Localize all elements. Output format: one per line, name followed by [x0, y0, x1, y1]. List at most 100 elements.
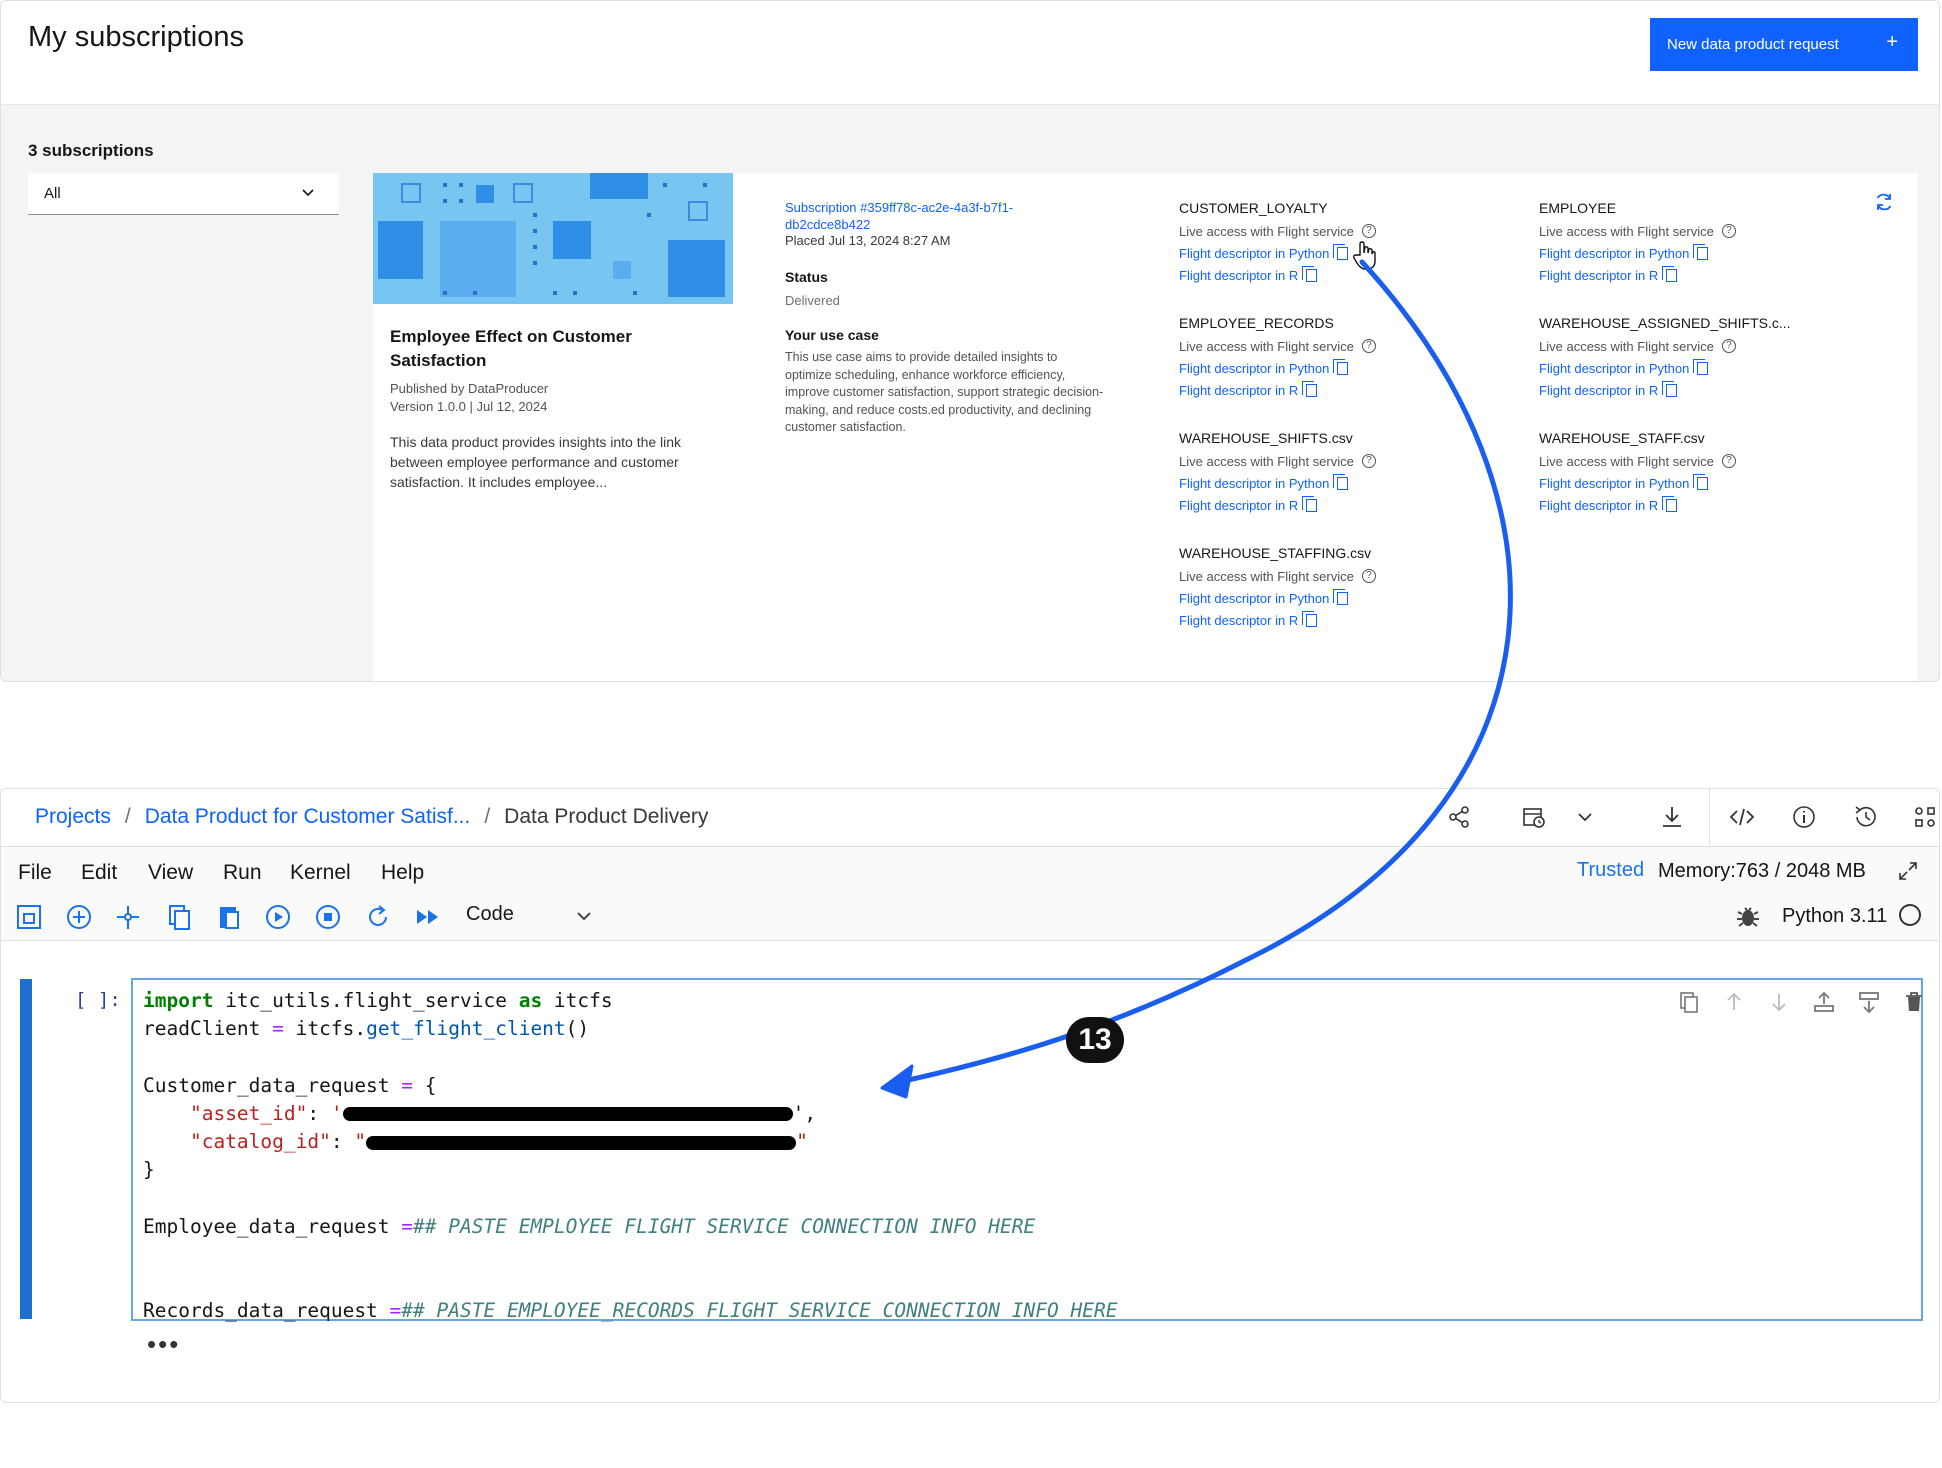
fast-forward-icon[interactable]: [414, 903, 442, 931]
menu-help[interactable]: Help: [381, 861, 424, 885]
download-icon[interactable]: [1658, 803, 1686, 831]
menu-kernel[interactable]: Kernel: [290, 861, 351, 885]
asset-live-label: Live access with Flight service: [1179, 453, 1354, 469]
move-up-icon[interactable]: [1722, 990, 1746, 1014]
menu-edit[interactable]: Edit: [81, 861, 117, 885]
help-icon[interactable]: ?: [1361, 224, 1376, 238]
status-value: Delivered: [785, 293, 840, 308]
flight-descriptor-python-link[interactable]: Flight descriptor in Python: [1539, 242, 1879, 264]
page-title: My subscriptions: [28, 21, 244, 53]
flight-descriptor-r-link[interactable]: Flight descriptor in R: [1179, 379, 1519, 401]
asset-live-access: Live access with Flight service?: [1179, 220, 1519, 242]
chevron-down-icon[interactable]: [1571, 803, 1599, 831]
flight-descriptor-python-link[interactable]: Flight descriptor in Python: [1179, 242, 1519, 264]
insert-below-icon[interactable]: [1857, 990, 1881, 1014]
copy-icon[interactable]: [1302, 265, 1318, 282]
help-icon[interactable]: ?: [1361, 339, 1376, 353]
flight-descriptor-r-link[interactable]: Flight descriptor in R: [1179, 264, 1519, 286]
code-icon[interactable]: [1728, 803, 1756, 831]
breadcrumb-project[interactable]: Data Product for Customer Satisf...: [145, 805, 471, 829]
copy-icon[interactable]: [1662, 380, 1678, 397]
copy-icon[interactable]: [1333, 588, 1349, 605]
move-down-icon[interactable]: [1767, 990, 1791, 1014]
flight-descriptor-r-link[interactable]: Flight descriptor in R: [1179, 494, 1519, 516]
asset-name: EMPLOYEE_RECORDS: [1179, 315, 1334, 331]
menu-view[interactable]: View: [148, 861, 193, 885]
copy-icon[interactable]: [1333, 473, 1349, 490]
history-icon[interactable]: [1852, 803, 1880, 831]
flight-descriptor-r-link[interactable]: Flight descriptor in R: [1539, 379, 1879, 401]
product-title: Employee Effect on Customer Satisfaction: [390, 327, 632, 370]
flight-descriptor-r-link[interactable]: Flight descriptor in R: [1539, 264, 1879, 286]
cell-type-value: Code: [466, 903, 514, 925]
copy-icon[interactable]: [1302, 495, 1318, 512]
copy-icon[interactable]: [1302, 610, 1318, 627]
asset-live-label: Live access with Flight service: [1539, 338, 1714, 354]
kernel-status-indicator: [1899, 904, 1921, 926]
flight-descriptor-r-link[interactable]: Flight descriptor in R: [1539, 494, 1879, 516]
help-icon[interactable]: ?: [1361, 569, 1376, 583]
python-link-label: Flight descriptor in Python: [1179, 475, 1330, 491]
product-description: This data product provides insights into…: [390, 434, 682, 490]
paste-icon[interactable]: [215, 903, 243, 931]
duplicate-cell-icon[interactable]: [1677, 990, 1701, 1014]
asset-live-access: Live access with Flight service?: [1179, 450, 1519, 472]
flight-descriptor-python-link[interactable]: Flight descriptor in Python: [1539, 472, 1879, 494]
schedule-icon[interactable]: [1520, 803, 1548, 831]
help-icon[interactable]: ?: [1721, 454, 1736, 468]
asset-block-customer-loyalty: CUSTOMER_LOYALTY Live access with Flight…: [1179, 200, 1519, 286]
subscription-filter-select[interactable]: All: [28, 173, 339, 215]
redacted-catalog-id: [366, 1135, 797, 1150]
asset-name: CUSTOMER_LOYALTY: [1179, 200, 1328, 216]
menu-run[interactable]: Run: [223, 861, 262, 885]
code-cell-editor[interactable]: import itc_utils.flight_service as itcfs…: [131, 978, 1926, 1322]
flight-descriptor-r-link[interactable]: Flight descriptor in R: [1179, 609, 1519, 631]
cell-type-select[interactable]: Code: [466, 903, 596, 931]
flight-descriptor-python-link[interactable]: Flight descriptor in Python: [1539, 357, 1879, 379]
run-icon[interactable]: [264, 903, 292, 931]
breadcrumb-projects[interactable]: Projects: [35, 805, 111, 829]
delete-icon[interactable]: [1902, 990, 1926, 1014]
python-link-label: Flight descriptor in Python: [1539, 245, 1690, 261]
copy-icon[interactable]: [1693, 473, 1709, 490]
info-icon[interactable]: [1790, 803, 1818, 831]
asset-block-employee: EMPLOYEE Live access with Flight service…: [1539, 200, 1879, 286]
asset-live-access: Live access with Flight service?: [1179, 335, 1519, 357]
hand-pointer-icon: [1353, 241, 1376, 270]
notebook-toolbar: Code Python 3.11: [1, 891, 1939, 941]
subscription-id-link[interactable]: Subscription #359ff78c-ac2e-4a3f-b7f1-db…: [785, 199, 1075, 233]
restart-icon[interactable]: [364, 903, 392, 931]
debugger-icon[interactable]: [1735, 903, 1761, 929]
new-data-product-request-button[interactable]: New data product request +: [1650, 18, 1918, 71]
cut-icon[interactable]: [114, 903, 142, 931]
copy-icon[interactable]: [1693, 358, 1709, 375]
copy-icon[interactable]: [1333, 243, 1349, 260]
help-icon[interactable]: ?: [1361, 454, 1376, 468]
add-cell-icon[interactable]: [65, 903, 93, 931]
apps-icon[interactable]: [1911, 803, 1939, 831]
r-link-label: Flight descriptor in R: [1179, 612, 1299, 628]
copy-icon[interactable]: [1693, 243, 1709, 260]
trusted-indicator[interactable]: Trusted: [1577, 859, 1644, 882]
help-icon[interactable]: ?: [1721, 224, 1736, 238]
collapsed-output-ellipsis[interactable]: •••: [147, 1329, 180, 1360]
stop-icon[interactable]: [314, 903, 342, 931]
help-icon[interactable]: ?: [1721, 339, 1736, 353]
menu-file[interactable]: File: [18, 861, 52, 885]
redacted-asset-id: [342, 1107, 793, 1122]
expand-icon[interactable]: [1896, 859, 1920, 883]
copy-cell-icon[interactable]: [165, 903, 193, 931]
insert-above-icon[interactable]: [1812, 990, 1836, 1014]
save-icon[interactable]: [15, 903, 43, 931]
share-icon[interactable]: [1445, 803, 1473, 831]
copy-icon[interactable]: [1333, 358, 1349, 375]
flight-descriptor-python-link[interactable]: Flight descriptor in Python: [1179, 587, 1519, 609]
flight-descriptor-python-link[interactable]: Flight descriptor in Python: [1179, 472, 1519, 494]
flight-descriptor-python-link[interactable]: Flight descriptor in Python: [1179, 357, 1519, 379]
product-publisher: Published by DataProducer: [390, 381, 549, 396]
filter-value: All: [44, 185, 61, 202]
copy-icon[interactable]: [1662, 495, 1678, 512]
new-request-label: New data product request: [1667, 36, 1839, 53]
copy-icon[interactable]: [1302, 380, 1318, 397]
copy-icon[interactable]: [1662, 265, 1678, 282]
